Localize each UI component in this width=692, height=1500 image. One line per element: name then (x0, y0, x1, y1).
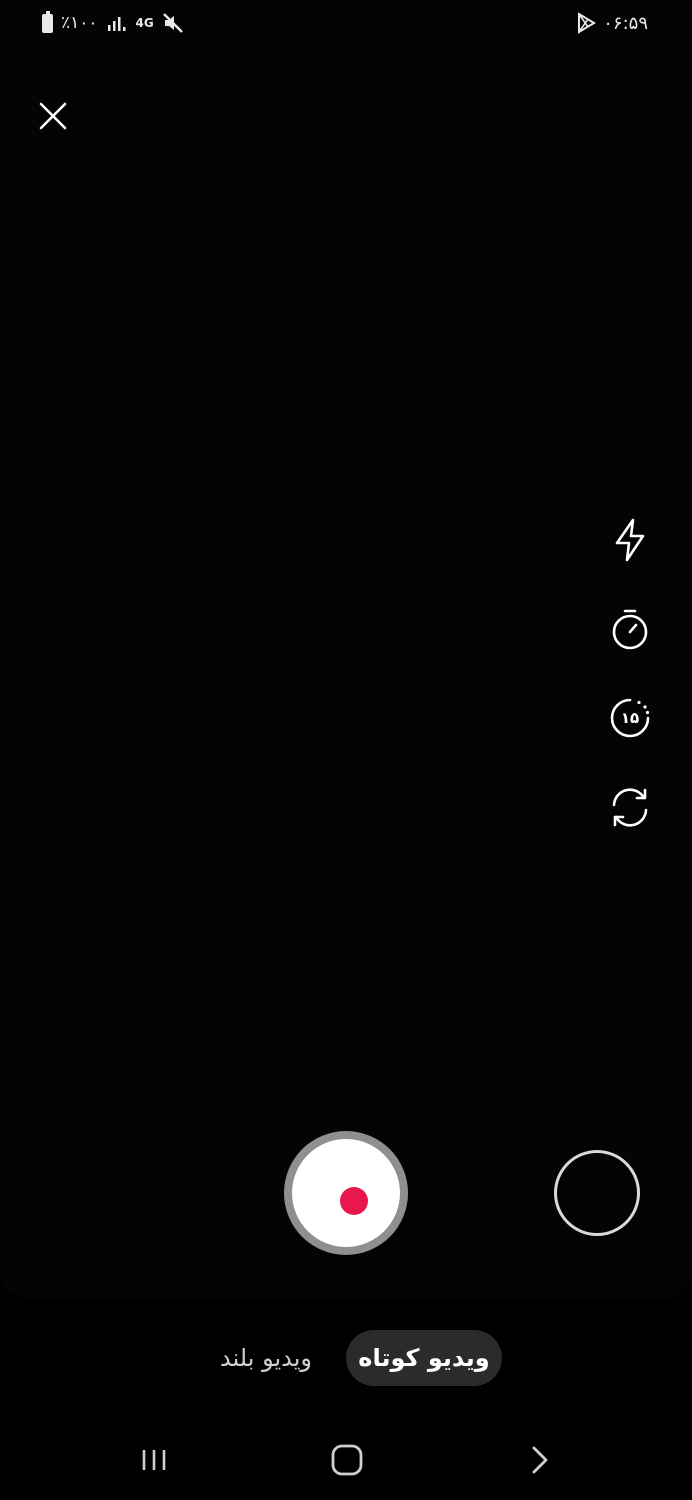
recent-apps-icon (142, 1450, 166, 1470)
side-toolbar: ۱۵ (606, 516, 654, 872)
mute-icon (162, 13, 183, 33)
record-button[interactable] (284, 1131, 408, 1255)
status-bar: ٪۱۰۰ 4G ۰۶:۵۹ (0, 0, 692, 48)
status-right: ۰۶:۵۹ (575, 12, 648, 34)
camera-viewfinder (0, 0, 692, 1298)
recent-apps-button[interactable] (132, 1438, 176, 1482)
mode-short-video[interactable]: ویدیو کوتاه (346, 1330, 502, 1386)
gallery-button[interactable] (554, 1150, 640, 1236)
status-left: ٪۱۰۰ 4G (42, 10, 184, 34)
battery-percentage: ٪۱۰۰ (61, 13, 98, 33)
clock: ۰۶:۵۹ (603, 12, 648, 34)
back-icon (532, 1446, 548, 1474)
duration-button[interactable]: ۱۵ (606, 694, 654, 742)
duration-label: ۱۵ (620, 709, 640, 727)
signal-icon (107, 17, 126, 31)
timer-icon (612, 609, 648, 650)
mode-long-video[interactable]: ویدیو بلند (198, 1330, 334, 1386)
home-button[interactable] (325, 1438, 369, 1482)
record-button-inner (292, 1139, 400, 1247)
flash-icon (615, 518, 645, 562)
timer-button[interactable] (606, 605, 654, 653)
play-store-icon (578, 12, 597, 34)
network-type: 4G (135, 16, 154, 30)
flip-camera-button[interactable] (606, 783, 654, 831)
home-icon (331, 1444, 363, 1476)
flash-button[interactable] (606, 516, 654, 564)
close-icon (39, 102, 67, 130)
back-button[interactable] (518, 1438, 562, 1482)
mode-selector: ویدیو بلند ویدیو کوتاه (0, 1298, 692, 1418)
close-button[interactable] (33, 96, 73, 136)
record-dot-icon (340, 1187, 368, 1215)
battery-icon (42, 10, 53, 33)
flip-camera-icon (612, 788, 648, 827)
system-nav-bar (0, 1418, 692, 1500)
